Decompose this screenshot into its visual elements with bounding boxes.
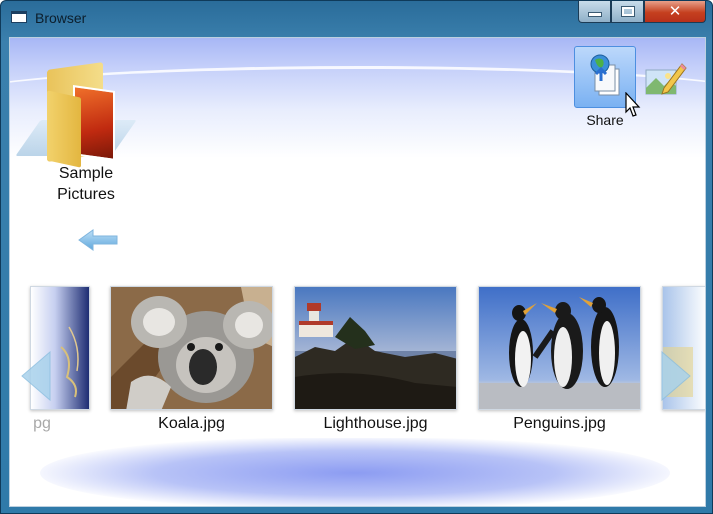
folder-front-flap: [47, 90, 81, 168]
thumbnail-label-penguins: Penguins.jpg: [513, 415, 606, 432]
thumbnail-label-lighthouse: Lighthouse.jpg: [323, 415, 428, 432]
thumbnail-penguins[interactable]: [478, 286, 641, 410]
folder-label: Sample Pictures: [35, 163, 137, 205]
window-title: Browser: [35, 10, 87, 26]
bottom-background-glow: [40, 438, 670, 506]
thumbnail-lighthouse[interactable]: [294, 286, 457, 410]
thumbnail-koala[interactable]: [110, 286, 273, 410]
minimize-icon: [587, 12, 602, 17]
minimize-button[interactable]: [578, 1, 611, 23]
close-icon: ✕: [668, 2, 682, 20]
window-icon: [11, 11, 27, 23]
photo-lighthouse: [295, 287, 456, 409]
thumbnail-label-partial: pg: [33, 415, 51, 432]
thumbnail-label-koala: Koala.jpg: [158, 415, 225, 432]
photo-penguins: [479, 287, 640, 409]
maximize-button[interactable]: [611, 1, 644, 23]
close-button[interactable]: ✕: [644, 1, 706, 23]
photo-koala: [111, 287, 272, 409]
folder-label-line2: Pictures: [57, 186, 115, 203]
mouse-cursor-icon: [625, 92, 641, 117]
browser-window: Browser ✕ Sample Pictures Share pg Koala…: [0, 0, 713, 514]
maximize-icon: [620, 6, 635, 17]
edit-picture-icon[interactable]: [644, 58, 688, 98]
chevron-left-icon[interactable]: [18, 350, 52, 402]
back-arrow-icon[interactable]: [77, 228, 119, 252]
chevron-right-icon[interactable]: [660, 350, 694, 402]
browser-content: Sample Pictures Share pg Koala.jpg Light…: [9, 37, 706, 507]
folder-label-line1: Sample: [58, 165, 114, 182]
sample-pictures-folder[interactable]: Sample Pictures: [15, 60, 147, 251]
title-bar[interactable]: Browser ✕: [1, 1, 712, 37]
